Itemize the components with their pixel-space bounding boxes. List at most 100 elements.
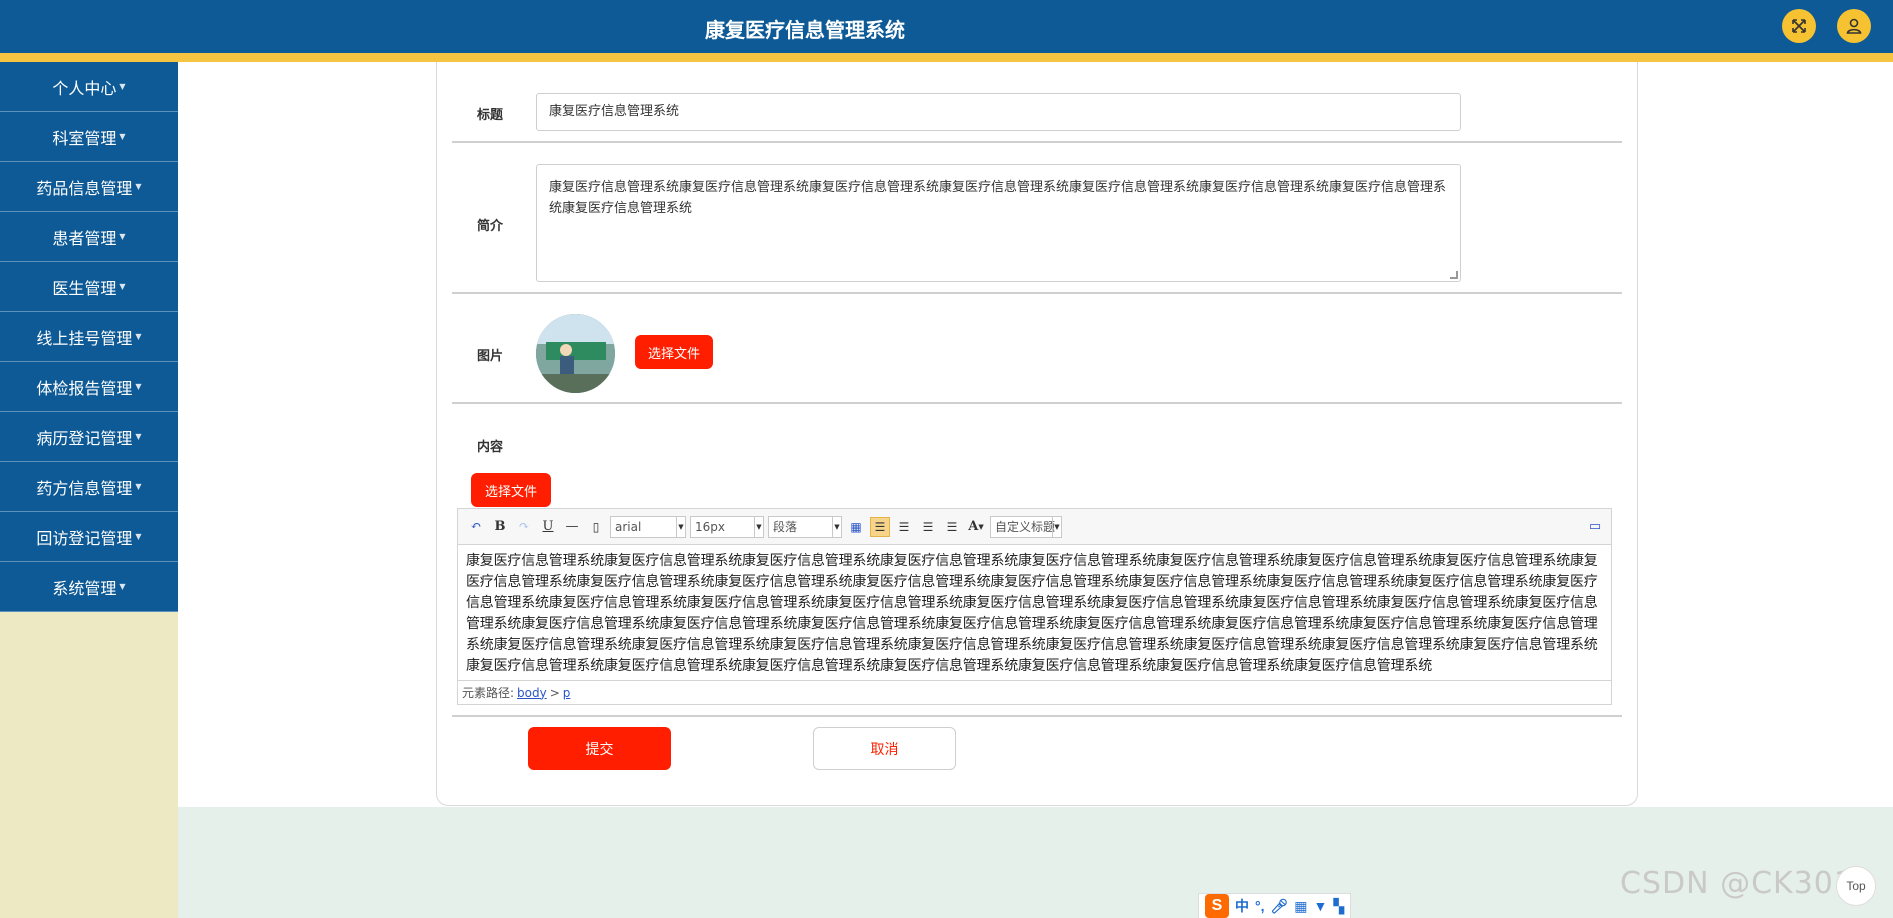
table-icon[interactable]: ▦ (846, 517, 866, 537)
element-path-label: 元素路径: (462, 686, 515, 700)
chinese-mode-icon[interactable]: 中 (1235, 896, 1249, 916)
chevron-down-icon: ▼ (754, 516, 763, 537)
align-center-icon[interactable]: ☰ (918, 517, 938, 537)
sidebar-item-doctor[interactable]: 医生管理 ▼ (0, 262, 178, 312)
chevron-down-icon: ▼ (135, 532, 142, 541)
chevron-down-icon: ▼ (135, 182, 142, 191)
chevron-down-icon: ▼ (135, 432, 142, 441)
sidebar-item-system[interactable]: 系统管理 ▼ (0, 562, 178, 612)
sidebar-item-label: 患者管理 (52, 228, 117, 248)
image-label: 图片 (477, 349, 504, 364)
path-p-link[interactable]: p (563, 686, 571, 700)
sidebar-item-label: 药品信息管理 (36, 178, 133, 198)
chevron-down-icon: ▼ (135, 332, 142, 341)
path-separator: > (549, 685, 560, 700)
font-size-select[interactable]: 16px ▼ (690, 515, 764, 538)
undo-icon[interactable]: ↶ (466, 517, 486, 537)
chevron-down-icon: ▼ (119, 282, 126, 291)
align-right-icon[interactable]: ☰ (894, 517, 914, 537)
font-family-select[interactable]: arial ▼ (610, 515, 686, 538)
sidebar-item-patient[interactable]: 患者管理 ▼ (0, 212, 178, 262)
sidebar-item-medicine[interactable]: 药品信息管理 ▼ (0, 162, 178, 212)
paragraph-select[interactable]: 段落 ▼ (768, 515, 842, 538)
content-select-file-button[interactable]: 选择文件 (471, 473, 551, 507)
sidebar-item-label: 医生管理 (52, 278, 117, 298)
divider (452, 715, 1622, 717)
align-left-icon[interactable]: ☰ (870, 516, 890, 537)
fullscreen-button[interactable] (1782, 9, 1816, 43)
ime-toolbar: S 中 °, 🎤︎ ▦ ▼ ▚ (1198, 893, 1352, 918)
app-title: 康复医疗信息管理系统 (705, 18, 905, 42)
sidebar-item-department[interactable]: 科室管理 ▼ (0, 112, 178, 162)
divider (452, 141, 1622, 143)
sidebar-item-online-registration[interactable]: 线上挂号管理 ▼ (0, 312, 178, 362)
preview-icon[interactable]: ▭ (1585, 517, 1605, 537)
underline-icon[interactable]: U (538, 517, 558, 537)
sidebar-item-label: 药方信息管理 (36, 478, 133, 498)
divider (452, 402, 1622, 404)
chevron-down-icon: ▼ (676, 516, 685, 537)
chevron-down-icon: ▼ (119, 582, 126, 591)
top-header: 康复医疗信息管理系统 (0, 0, 1893, 53)
photo-image (536, 314, 615, 393)
sidebar-item-label: 线上挂号管理 (36, 328, 133, 348)
chevron-down-icon: ▼ (119, 232, 126, 241)
content-label: 内容 (477, 440, 504, 455)
rich-text-editor: ↶ B ↷ U — ▯ arial ▼ 16px ▼ 段落 ▼ ▦ ☰ ☰ ☰ ☰ A… (457, 508, 1612, 705)
intro-text: 康复医疗信息管理系统康复医疗信息管理系统康复医疗信息管理系统康复医疗信息管理系统… (549, 180, 1447, 216)
expand-icon (1792, 19, 1806, 33)
punctuation-icon[interactable]: °, (1255, 898, 1265, 914)
sidebar-item-label: 回访登记管理 (36, 528, 133, 548)
sogou-logo-icon[interactable]: S (1205, 894, 1229, 918)
header-accent-stripe (0, 53, 1893, 62)
sidebar-item-personal-center[interactable]: 个人中心 ▼ (0, 62, 178, 112)
font-family-value: arial (615, 519, 642, 534)
sidebar-item-prescription[interactable]: 药方信息管理 ▼ (0, 462, 178, 512)
sidebar-item-checkup-report[interactable]: 体检报告管理 ▼ (0, 362, 178, 412)
custom-title-select[interactable]: 自定义标题 ▼ (990, 515, 1062, 538)
font-size-value: 16px (695, 519, 725, 534)
sidebar-item-label: 科室管理 (52, 128, 117, 148)
sidebar-item-label: 体检报告管理 (36, 378, 133, 398)
resize-handle[interactable] (1450, 271, 1458, 279)
paragraph-value: 段落 (773, 520, 798, 534)
chevron-down-icon: ▼ (135, 482, 142, 491)
sidebar-item-label: 个人中心 (52, 78, 117, 98)
user-button[interactable] (1837, 9, 1871, 43)
sidebar: 个人中心 ▼ 科室管理 ▼ 药品信息管理 ▼ 患者管理 ▼ 医生管理 ▼ 线上挂号管理 ▼ … (0, 62, 178, 918)
page-icon[interactable]: ▯ (586, 517, 606, 537)
element-path-bar: 元素路径: body > p (458, 680, 1611, 704)
sidebar-item-label: 病历登记管理 (36, 428, 133, 448)
chevron-down-icon: ▼ (119, 132, 126, 141)
title-label: 标题 (477, 108, 504, 123)
chevron-down-icon: ▼ (135, 382, 142, 391)
image-select-file-button[interactable]: 选择文件 (635, 335, 713, 369)
path-body-link[interactable]: body (517, 686, 547, 700)
intro-textarea[interactable]: 康复医疗信息管理系统康复医疗信息管理系统康复医疗信息管理系统康复医疗信息管理系统… (536, 164, 1461, 282)
editor-content[interactable]: 康复医疗信息管理系统康复医疗信息管理系统康复医疗信息管理系统康复医疗信息管理系统… (458, 545, 1611, 679)
intro-label: 简介 (477, 219, 504, 234)
microphone-icon[interactable]: 🎤︎ (1271, 898, 1289, 915)
chevron-down-icon: ▼ (1052, 516, 1061, 537)
align-justify-icon[interactable]: ☰ (942, 517, 962, 537)
sidebar-item-label: 系统管理 (52, 578, 117, 598)
editor-toolbar: ↶ B ↷ U — ▯ arial ▼ 16px ▼ 段落 ▼ ▦ ☰ ☰ ☰ ☰ A… (458, 509, 1611, 545)
font-color-icon[interactable]: A ▼ (966, 517, 986, 537)
keyboard-icon[interactable]: ▦ (1294, 898, 1307, 915)
divider (452, 292, 1622, 294)
sidebar-item-follow-up[interactable]: 回访登记管理 ▼ (0, 512, 178, 562)
user-icon (1846, 18, 1862, 34)
chevron-down-icon: ▼ (119, 82, 126, 91)
bold-icon[interactable]: B (490, 517, 510, 537)
submit-button[interactable]: 提交 (528, 727, 671, 770)
back-to-top-button[interactable]: Top (1836, 866, 1876, 906)
skin-icon[interactable]: ▼ (1314, 898, 1328, 914)
toolbox-icon[interactable]: ▚ (1333, 898, 1344, 915)
horizontal-rule-icon[interactable]: — (562, 517, 582, 537)
cancel-button[interactable]: 取消 (813, 727, 956, 770)
custom-title-value: 自定义标题 (995, 520, 1056, 534)
sidebar-item-medical-record[interactable]: 病历登记管理 ▼ (0, 412, 178, 462)
title-input[interactable]: 康复医疗信息管理系统 (536, 93, 1461, 131)
redo-icon[interactable]: ↷ (514, 517, 534, 537)
chevron-down-icon: ▼ (832, 516, 841, 537)
